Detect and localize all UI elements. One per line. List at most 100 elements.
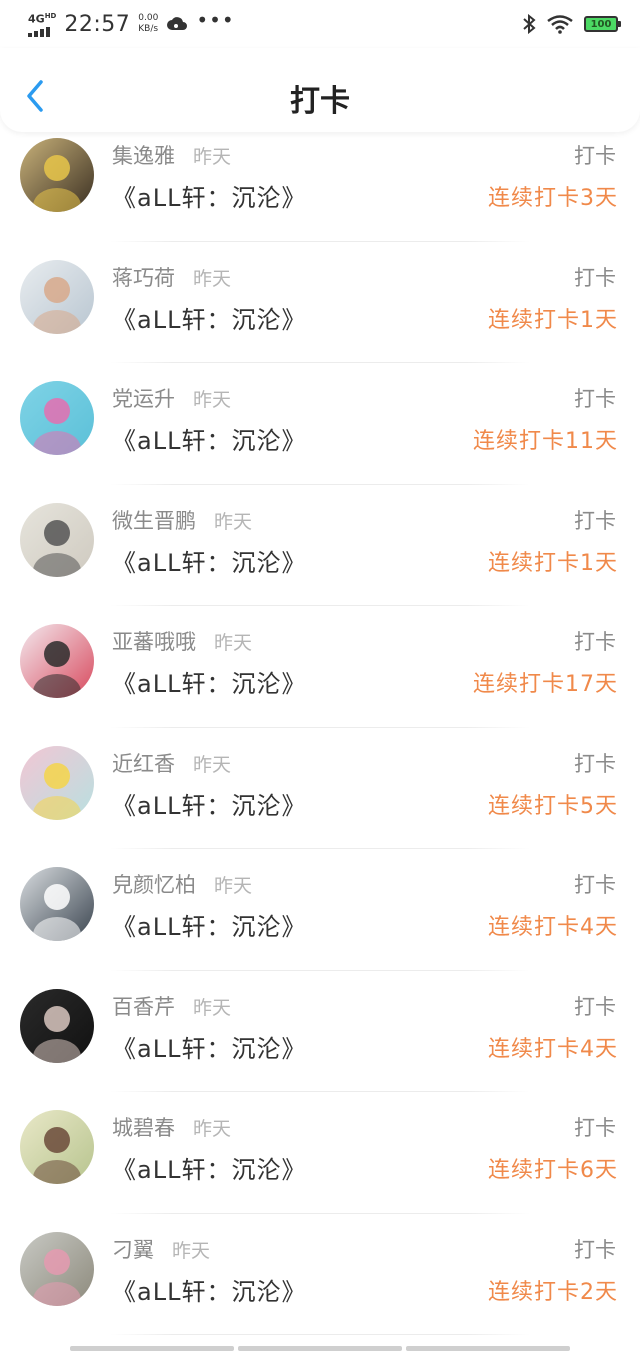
checkin-time: 昨天 (214, 875, 253, 897)
home-indicator (70, 1346, 570, 1351)
book-title[interactable]: 《aLL轩：沉沦》 (112, 1272, 306, 1307)
streak-count: 连续打卡5天 (488, 793, 618, 819)
book-title[interactable]: 《aLL轩：沉沦》 (112, 786, 306, 821)
book-title[interactable]: 《aLL轩：沉沦》 (112, 664, 306, 699)
user-name[interactable]: 刁翼 (112, 1234, 154, 1264)
avatar-image (20, 745, 94, 820)
user-name[interactable]: 亚蕃哦哦 (112, 626, 196, 656)
checkin-row[interactable]: 皃颜忆柏 昨天 《aLL轩：沉沦》 打卡 连续打卡4天 (0, 849, 640, 971)
checkin-action-label: 打卡 (574, 387, 616, 411)
checkin-time: 昨天 (193, 389, 232, 411)
user-name[interactable]: 集逸雅 (112, 140, 175, 170)
checkin-action-label: 打卡 (574, 1116, 616, 1140)
streak-count: 连续打卡4天 (488, 1036, 618, 1062)
book-title[interactable]: 《aLL轩：沉沦》 (112, 421, 306, 456)
checkin-action-label: 打卡 (574, 144, 616, 168)
checkin-action-label: 打卡 (574, 1237, 616, 1262)
checkin-action-label: 打卡 (574, 751, 616, 776)
user-line: 集逸雅 昨天 (112, 140, 231, 170)
checkin-row[interactable]: 集逸雅 昨天 《aLL轩：沉沦》 打卡 连续打卡3天 (0, 120, 640, 242)
clock: 22:57 (64, 11, 131, 37)
status-left: 4GHD 22:57 0.00 KB/s ••• (28, 8, 235, 37)
streak-count: 连续打卡3天 (488, 186, 618, 211)
checkin-action-label: 打卡 (574, 630, 616, 654)
book-title[interactable]: 《aLL轩：沉沦》 (112, 543, 306, 578)
checkin-row[interactable]: 微生晋鹏 昨天 《aLL轩：沉沦》 打卡 连续打卡1天 (0, 485, 640, 606)
book-title[interactable]: 《aLL轩：沉沦》 (112, 1029, 306, 1064)
avatar-image (20, 1110, 94, 1184)
avatar[interactable] (20, 988, 94, 1063)
checkin-row[interactable]: 刁翼 昨天 《aLL轩：沉沦》 打卡 连续打卡2天 (0, 1214, 640, 1335)
avatar[interactable] (20, 259, 94, 334)
book-title[interactable]: 《aLL轩：沉沦》 (112, 178, 306, 213)
user-name[interactable]: 蒋巧荷 (112, 262, 175, 292)
avatar-image (20, 502, 94, 577)
checkin-time: 昨天 (214, 632, 253, 654)
user-line: 蒋巧荷 昨天 (112, 262, 231, 292)
user-line: 百香芹 昨天 (112, 991, 231, 1021)
book-title[interactable]: 《aLL轩：沉沦》 (112, 907, 306, 942)
user-line: 近红香 昨天 (112, 748, 231, 778)
status-right: 100 (522, 14, 621, 34)
network-indicator: 4GHD (28, 11, 56, 37)
checkin-action-label: 打卡 (574, 994, 616, 1019)
user-line: 微生晋鹏 昨天 (112, 505, 252, 535)
battery-level: 100 (590, 18, 612, 30)
network-sup: HD (44, 12, 57, 21)
checkin-screen: 4GHD 22:57 0.00 KB/s ••• 100 打卡 集逸雅 昨天 《… (0, 0, 640, 1351)
more-notifications-icon: ••• (196, 8, 235, 32)
user-name[interactable]: 城碧春 (112, 1112, 175, 1142)
streak-count: 连续打卡1天 (488, 550, 618, 576)
avatar[interactable] (20, 1110, 94, 1184)
cloud-icon (167, 17, 188, 30)
checkin-row[interactable]: 党运升 昨天 《aLL轩：沉沦》 打卡 连续打卡11天 (0, 363, 640, 485)
avatar[interactable] (20, 867, 94, 941)
checkin-row[interactable]: 亚蕃哦哦 昨天 《aLL轩：沉沦》 打卡 连续打卡17天 (0, 606, 640, 728)
user-line: 亚蕃哦哦 昨天 (112, 626, 252, 656)
checkin-row[interactable]: 近红香 昨天 《aLL轩：沉沦》 打卡 连续打卡5天 (0, 728, 640, 849)
streak-count: 连续打卡2天 (488, 1279, 618, 1305)
avatar-image (20, 988, 94, 1063)
avatar-image (20, 1231, 94, 1306)
app-header: 打卡 (0, 48, 640, 132)
user-name[interactable]: 近红香 (112, 748, 175, 778)
avatar-image (20, 259, 94, 334)
streak-count: 连续打卡17天 (473, 672, 618, 697)
checkin-time: 昨天 (193, 1118, 232, 1140)
streak-count: 连续打卡11天 (473, 429, 618, 454)
avatar[interactable] (20, 138, 94, 212)
battery-icon: 100 (584, 16, 621, 32)
avatar[interactable] (20, 624, 94, 698)
user-line: 皃颜忆柏 昨天 (112, 869, 252, 899)
checkin-row[interactable]: 城碧春 昨天 《aLL轩：沉沦》 打卡 连续打卡6天 (0, 1092, 640, 1214)
net-speed-value: 0.00 (138, 13, 159, 23)
book-title[interactable]: 《aLL轩：沉沦》 (112, 300, 306, 335)
user-name[interactable]: 微生晋鹏 (112, 505, 196, 535)
bluetooth-icon (523, 14, 536, 34)
avatar-image (20, 138, 94, 212)
status-bar: 4GHD 22:57 0.00 KB/s ••• 100 (0, 0, 640, 48)
user-name[interactable]: 百香芹 (112, 991, 175, 1021)
signal-icon (28, 26, 50, 37)
avatar[interactable] (20, 1231, 94, 1306)
avatar[interactable] (20, 502, 94, 577)
checkin-time: 昨天 (193, 753, 232, 776)
checkin-list: 集逸雅 昨天 《aLL轩：沉沦》 打卡 连续打卡3天 蒋巧荷 昨天 《aLL轩：… (0, 120, 640, 1335)
user-line: 城碧春 昨天 (112, 1112, 231, 1142)
checkin-row[interactable]: 蒋巧荷 昨天 《aLL轩：沉沦》 打卡 连续打卡1天 (0, 242, 640, 363)
checkin-action-label: 打卡 (574, 508, 616, 533)
page-title: 打卡 (290, 84, 350, 119)
book-title[interactable]: 《aLL轩：沉沦》 (112, 1150, 306, 1185)
checkin-time: 昨天 (214, 510, 253, 533)
user-line: 党运升 昨天 (112, 383, 231, 413)
avatar[interactable] (20, 745, 94, 820)
wifi-icon (547, 15, 573, 34)
user-line: 刁翼 昨天 (112, 1234, 210, 1264)
checkin-time: 昨天 (172, 1239, 211, 1262)
avatar[interactable] (20, 381, 94, 455)
user-name[interactable]: 皃颜忆柏 (112, 869, 196, 899)
streak-count: 连续打卡4天 (488, 915, 618, 940)
streak-count: 连续打卡1天 (488, 307, 618, 333)
checkin-row[interactable]: 百香芹 昨天 《aLL轩：沉沦》 打卡 连续打卡4天 (0, 971, 640, 1092)
user-name[interactable]: 党运升 (112, 383, 175, 413)
